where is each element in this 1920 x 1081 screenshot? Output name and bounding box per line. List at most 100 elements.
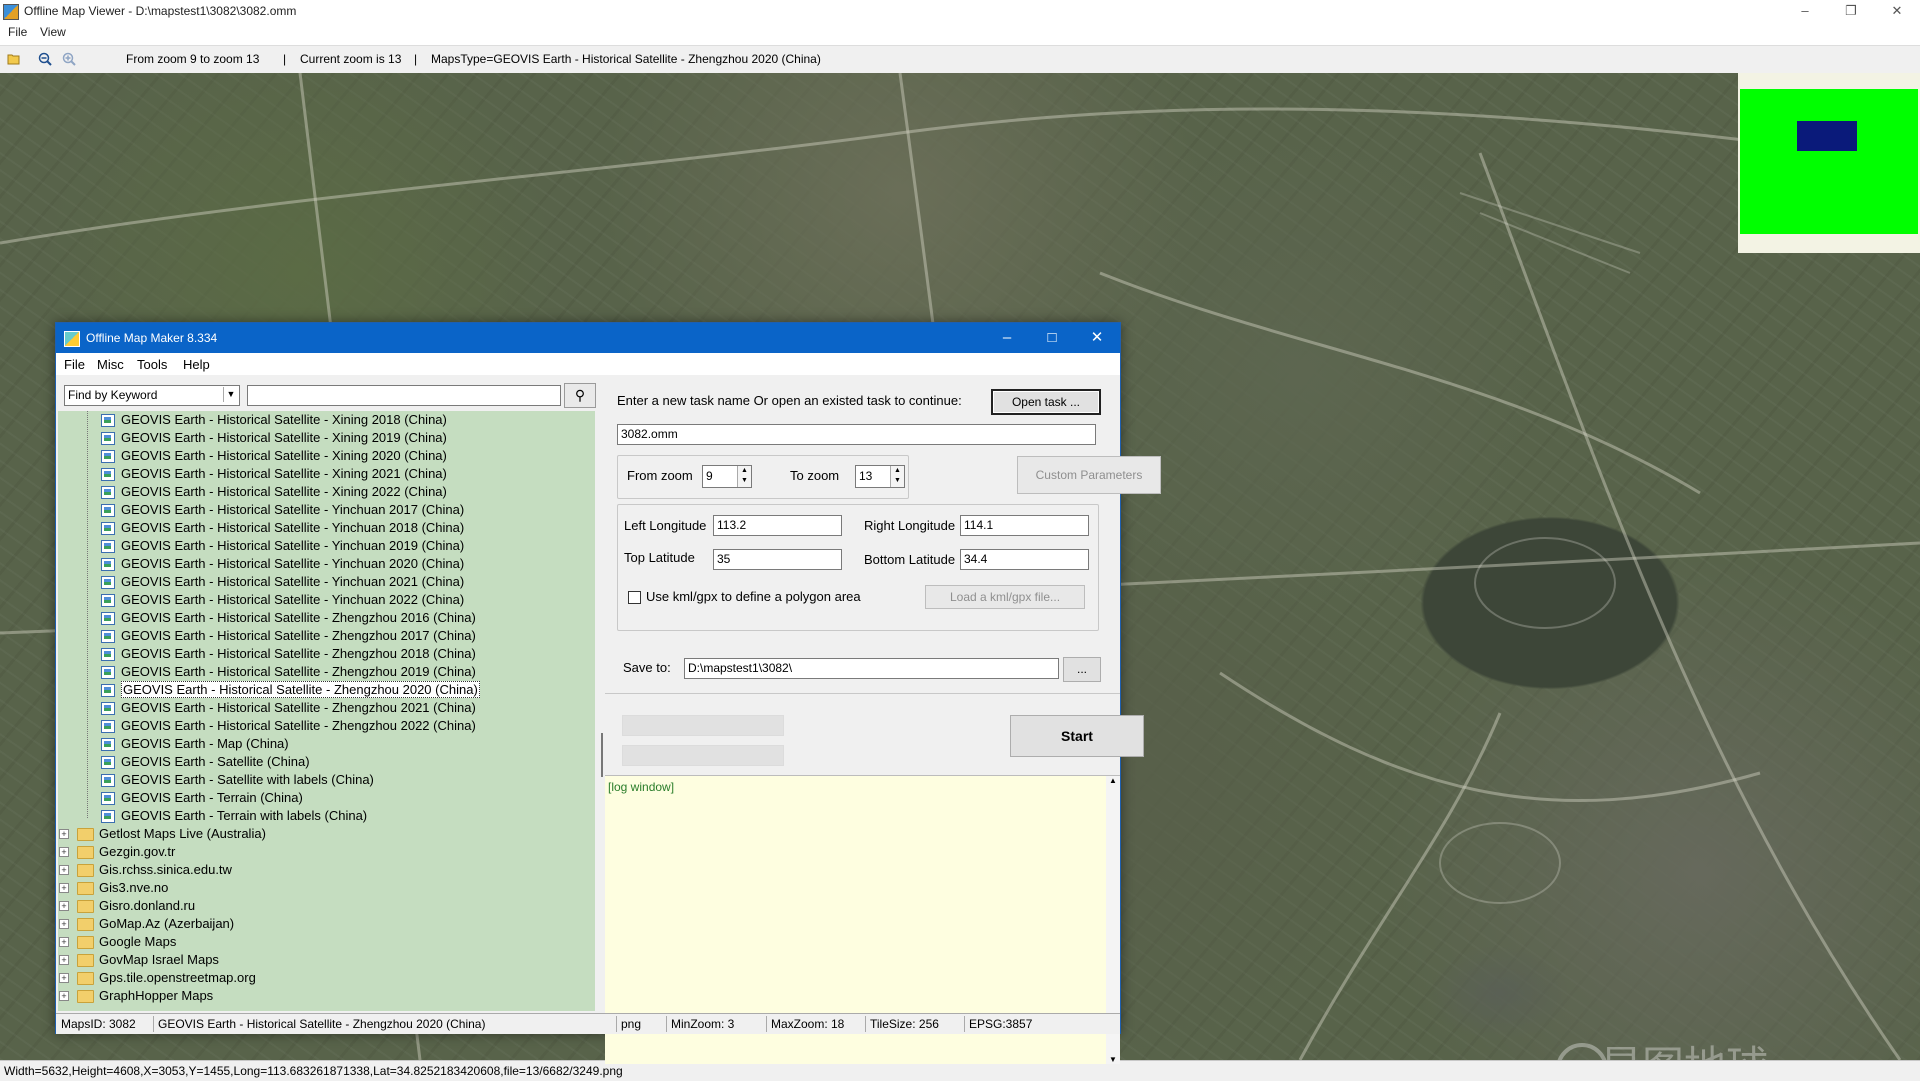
menu-view[interactable]: View xyxy=(40,25,66,39)
expand-icon[interactable]: + xyxy=(59,901,69,911)
tree-folder-item[interactable]: + Gis.rchss.sinica.edu.tw xyxy=(58,861,595,879)
current-zoom-info: Current zoom is 13 xyxy=(300,52,402,66)
custom-parameters-button[interactable]: Custom Parameters xyxy=(1017,456,1161,494)
section-divider xyxy=(605,693,1120,694)
tree-folder-item[interactable]: + GovMap Israel Maps xyxy=(58,951,595,969)
zoom-out-icon[interactable] xyxy=(38,52,52,66)
tree-map-item[interactable]: GEOVIS Earth - Satellite (China) xyxy=(58,753,595,771)
expand-icon[interactable]: + xyxy=(59,937,69,947)
map-layer-icon xyxy=(101,810,115,823)
tree-folder-label: Gps.tile.openstreetmap.org xyxy=(99,970,256,985)
from-zoom-spinner[interactable]: 9 ▲ ▼ xyxy=(702,465,752,488)
load-kml-button[interactable]: Load a kml/gpx file... xyxy=(925,585,1085,609)
expand-icon[interactable]: + xyxy=(59,955,69,965)
tree-map-item[interactable]: GEOVIS Earth - Historical Satellite - Xi… xyxy=(58,483,595,501)
menu-help[interactable]: Help xyxy=(183,357,210,372)
save-path-input[interactable]: D:\mapstest1\3082\ xyxy=(684,658,1059,679)
tree-map-item[interactable]: GEOVIS Earth - Historical Satellite - Zh… xyxy=(58,645,595,663)
expand-icon[interactable]: + xyxy=(59,865,69,875)
menu-file[interactable]: File xyxy=(8,25,27,39)
tree-map-item[interactable]: GEOVIS Earth - Historical Satellite - Zh… xyxy=(58,681,595,699)
expand-icon[interactable]: + xyxy=(59,829,69,839)
tree-folder-item[interactable]: + Gezgin.gov.tr xyxy=(58,843,595,861)
menu-tools[interactable]: Tools xyxy=(137,357,167,372)
tree-map-item[interactable]: GEOVIS Earth - Historical Satellite - Yi… xyxy=(58,501,595,519)
toolbar-separator: | xyxy=(414,52,418,66)
start-button[interactable]: Start xyxy=(1010,715,1144,757)
tree-map-item[interactable]: GEOVIS Earth - Historical Satellite - Zh… xyxy=(58,609,595,627)
expand-icon[interactable]: + xyxy=(59,973,69,983)
tree-map-item[interactable]: GEOVIS Earth - Historical Satellite - Yi… xyxy=(58,591,595,609)
browse-folder-button[interactable]: ... xyxy=(1063,657,1101,682)
tree-map-item[interactable]: GEOVIS Earth - Historical Satellite - Yi… xyxy=(58,573,595,591)
expand-icon[interactable]: + xyxy=(59,847,69,857)
tree-map-item[interactable]: GEOVIS Earth - Historical Satellite - Yi… xyxy=(58,537,595,555)
menu-misc[interactable]: Misc xyxy=(97,357,124,372)
top-latitude-label: Top Latitude xyxy=(624,550,695,565)
menu-file[interactable]: File xyxy=(64,357,85,372)
chevron-down-icon[interactable]: ▼ xyxy=(223,387,238,402)
tree-map-item[interactable]: GEOVIS Earth - Historical Satellite - Xi… xyxy=(58,465,595,483)
zoom-in-icon[interactable] xyxy=(62,52,76,66)
tree-map-item[interactable]: GEOVIS Earth - Historical Satellite - Xi… xyxy=(58,429,595,447)
right-longitude-value: 114.1 xyxy=(964,518,994,532)
expand-icon[interactable]: + xyxy=(59,991,69,1001)
spinner-arrows-icon[interactable]: ▲ ▼ xyxy=(890,466,904,487)
tree-folder-item[interactable]: + Gisro.donland.ru xyxy=(58,897,595,915)
tree-folder-item[interactable]: + Google Maps xyxy=(58,933,595,951)
minimize-icon[interactable]: – xyxy=(1782,0,1828,22)
tree-map-item[interactable]: GEOVIS Earth - Historical Satellite - Zh… xyxy=(58,699,595,717)
tree-item-label: GEOVIS Earth - Terrain with labels (Chin… xyxy=(121,808,368,823)
left-longitude-input[interactable]: 113.2 xyxy=(713,515,842,536)
map-layer-icon xyxy=(101,612,115,625)
tree-folder-item[interactable]: + Gis3.nve.no xyxy=(58,879,595,897)
tree-map-item[interactable]: GEOVIS Earth - Historical Satellite - Xi… xyxy=(58,411,595,429)
to-zoom-spinner[interactable]: 13 ▲ ▼ xyxy=(855,465,905,488)
tree-map-item[interactable]: GEOVIS Earth - Map (China) xyxy=(58,735,595,753)
tree-map-item[interactable]: GEOVIS Earth - Historical Satellite - Yi… xyxy=(58,519,595,537)
tree-map-item[interactable]: GEOVIS Earth - Satellite with labels (Ch… xyxy=(58,771,595,789)
close-icon[interactable]: ✕ xyxy=(1082,328,1112,348)
tree-map-item[interactable]: GEOVIS Earth - Historical Satellite - Zh… xyxy=(58,663,595,681)
maximize-icon[interactable]: □ xyxy=(1037,328,1067,348)
dialog-titlebar[interactable]: Offline Map Maker 8.334 – □ ✕ xyxy=(56,323,1120,353)
right-longitude-input[interactable]: 114.1 xyxy=(960,515,1089,536)
status-separator xyxy=(153,1016,154,1032)
top-latitude-input[interactable]: 35 xyxy=(713,549,842,570)
expand-icon[interactable]: + xyxy=(59,919,69,929)
viewer-window-title: Offline Map Viewer - D:\mapstest1\3082\3… xyxy=(24,4,297,18)
bottom-latitude-input[interactable]: 34.4 xyxy=(960,549,1089,570)
spinner-arrows-icon[interactable]: ▲ ▼ xyxy=(737,466,751,487)
tree-folder-item[interactable]: + GoMap.Az (Azerbaijan) xyxy=(58,915,595,933)
tree-map-item[interactable]: GEOVIS Earth - Historical Satellite - Zh… xyxy=(58,717,595,735)
maximize-icon[interactable]: ❐ xyxy=(1828,0,1874,22)
minimize-icon[interactable]: – xyxy=(992,328,1022,348)
task-name-input[interactable]: 3082.omm xyxy=(617,424,1096,445)
map-source-tree[interactable]: GEOVIS Earth - Historical Satellite - Xi… xyxy=(58,411,595,1011)
tree-map-item[interactable]: GEOVIS Earth - Terrain (China) xyxy=(58,789,595,807)
to-zoom-label: To zoom xyxy=(790,468,840,483)
close-icon[interactable]: ✕ xyxy=(1874,0,1920,22)
open-task-button[interactable]: Open task ... xyxy=(991,389,1101,415)
scroll-up-icon[interactable]: ▲ xyxy=(1109,776,1117,785)
tree-folder-item[interactable]: + GraphHopper Maps xyxy=(58,987,595,1005)
tree-folder-item[interactable]: + Gps.tile.openstreetmap.org xyxy=(58,969,595,987)
map-layer-icon xyxy=(101,468,115,481)
expand-icon[interactable]: + xyxy=(59,883,69,893)
search-button[interactable]: ⚲ xyxy=(564,383,596,408)
keyword-search-input[interactable] xyxy=(247,385,561,406)
find-mode-select[interactable]: Find by Keyword ▼ xyxy=(64,385,240,406)
minimap-viewport-indicator[interactable] xyxy=(1797,121,1857,151)
open-folder-icon[interactable] xyxy=(7,52,21,66)
scroll-down-icon[interactable]: ▼ xyxy=(1109,1055,1117,1064)
tree-map-item[interactable]: GEOVIS Earth - Historical Satellite - Yi… xyxy=(58,555,595,573)
folder-icon xyxy=(77,864,94,877)
kml-polygon-checkbox[interactable] xyxy=(628,591,641,604)
tree-map-item[interactable]: GEOVIS Earth - Terrain with labels (Chin… xyxy=(58,807,595,825)
map-layer-icon xyxy=(101,432,115,445)
overview-minimap[interactable] xyxy=(1738,73,1920,253)
tree-map-item[interactable]: GEOVIS Earth - Historical Satellite - Xi… xyxy=(58,447,595,465)
tree-folder-item[interactable]: + Getlost Maps Live (Australia) xyxy=(58,825,595,843)
tree-map-item[interactable]: GEOVIS Earth - Historical Satellite - Zh… xyxy=(58,627,595,645)
pane-splitter-handle[interactable] xyxy=(601,733,603,777)
